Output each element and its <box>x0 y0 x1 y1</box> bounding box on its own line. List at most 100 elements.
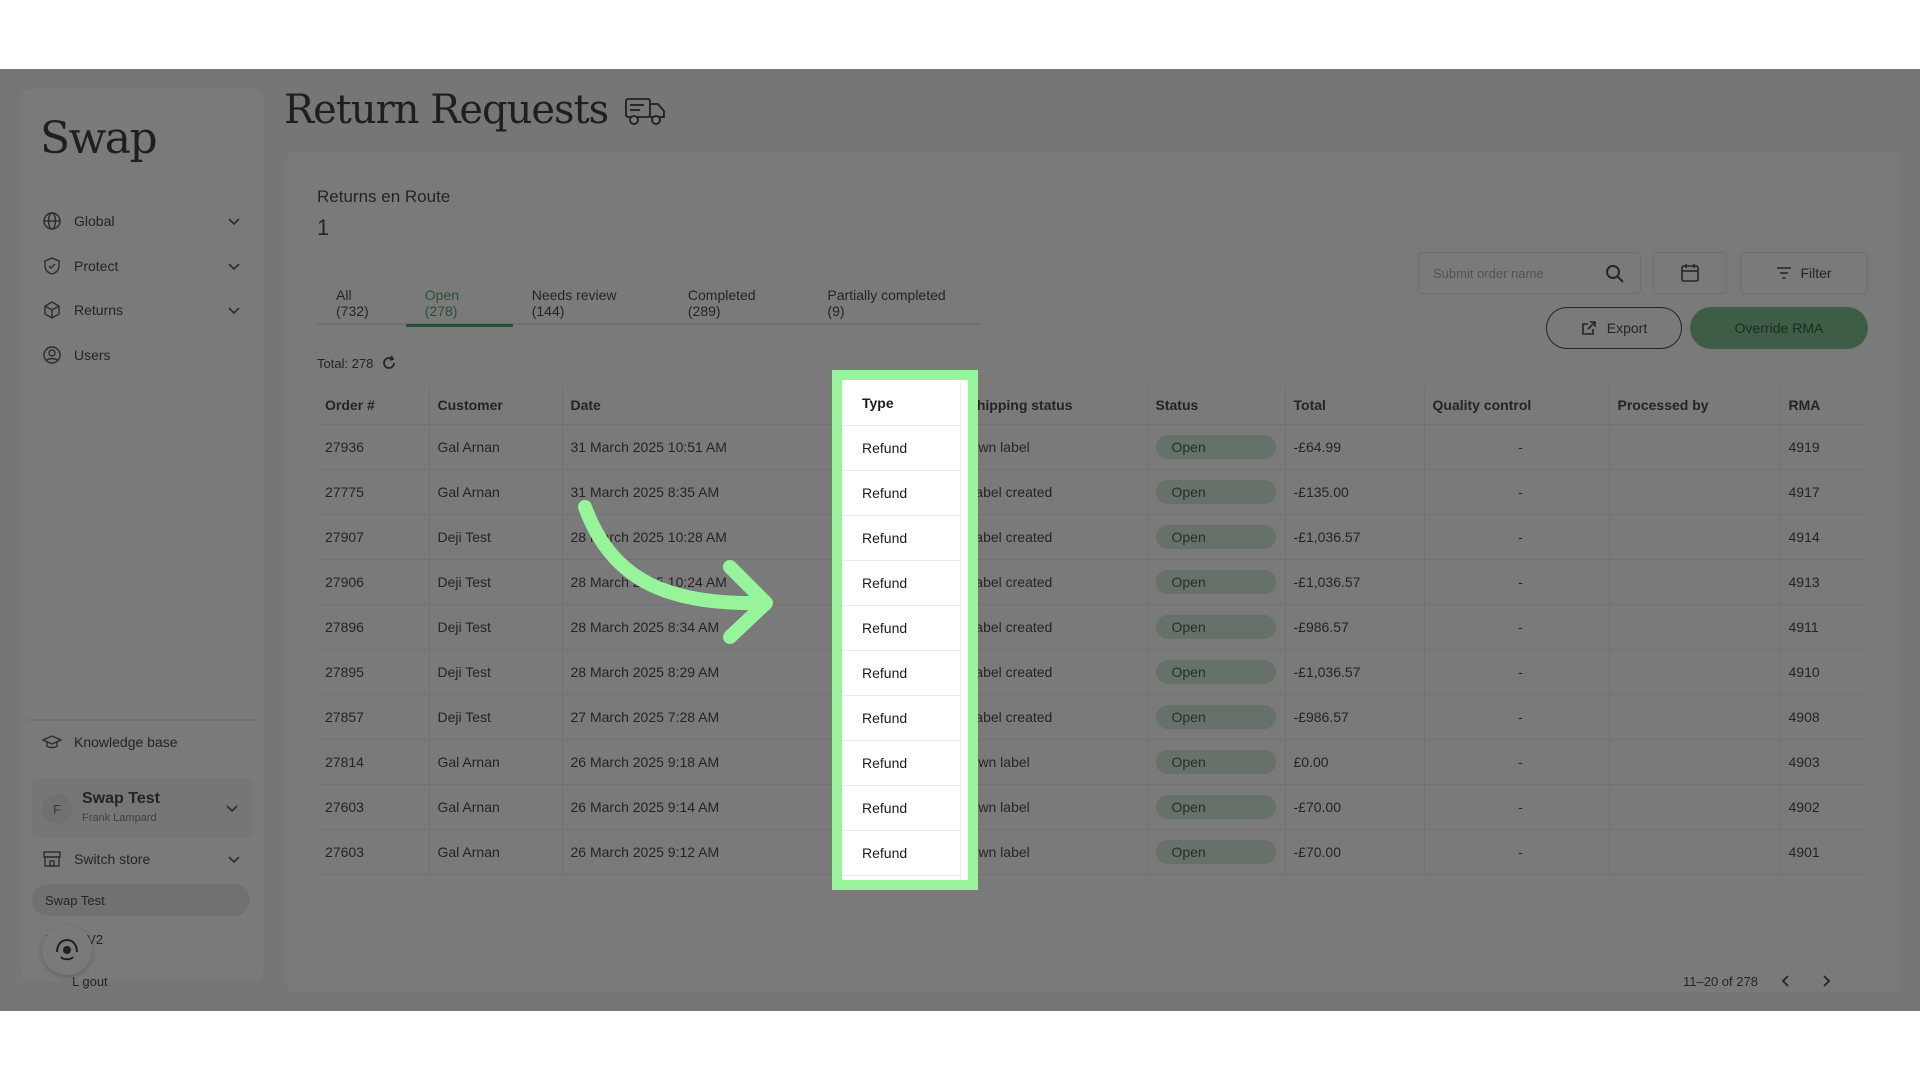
table-row[interactable]: 27896Deji Test28 March 2025 8:34 AMRefun… <box>317 604 1867 650</box>
chevron-down-icon[interactable] <box>226 213 242 229</box>
total-label: Total: 278 <box>317 355 374 371</box>
cell-date: 26 March 2025 9:18 AM <box>562 739 857 785</box>
type-cell: Refund <box>842 651 968 696</box>
tab-completed[interactable]: Completed (289) <box>669 281 809 325</box>
column-header[interactable]: Customer <box>429 386 563 425</box>
table-row[interactable]: 27775Gal Arnan31 March 2025 8:35 AMRefun… <box>317 469 1867 515</box>
store-option-swap-test[interactable]: Swap Test <box>32 884 250 916</box>
override-rma-button[interactable]: Override RMA <box>1690 307 1868 349</box>
column-header[interactable]: Shipping status <box>959 386 1148 425</box>
filter-button[interactable]: Filter <box>1740 252 1868 294</box>
column-header[interactable]: Status <box>1147 386 1286 425</box>
column-header[interactable]: Date <box>562 386 857 425</box>
sidebar-item-label: Users <box>74 347 111 363</box>
type-cell: Refund <box>842 831 968 876</box>
status-cell: Open <box>1147 829 1286 875</box>
cell-total: -£1,036.57 <box>1285 649 1425 695</box>
table-row[interactable]: 27603Gal Arnan26 March 2025 9:12 AMRefun… <box>317 829 1867 875</box>
cell-rma: 4914 <box>1780 514 1867 560</box>
refresh-icon[interactable] <box>381 355 397 371</box>
external-link-icon <box>1581 321 1596 335</box>
cell-processed-by <box>1609 739 1781 785</box>
filter-icon <box>1777 267 1792 279</box>
cell-rma: 4901 <box>1780 829 1867 875</box>
cell-qc: - <box>1424 694 1610 740</box>
table-row[interactable]: 27603Gal Arnan26 March 2025 9:14 AMRefun… <box>317 784 1867 830</box>
cell-customer: Deji Test <box>429 514 563 560</box>
cell-rma: 4910 <box>1780 649 1867 695</box>
column-header[interactable]: Total <box>1285 386 1425 425</box>
cell-total: -£64.99 <box>1285 424 1425 470</box>
search-icon[interactable] <box>1604 263 1626 285</box>
table-header-row: Order # Customer Date Type Shipping stat… <box>317 386 1867 425</box>
column-header[interactable]: RMA <box>1780 386 1867 425</box>
next-page-button[interactable] <box>1814 969 1838 993</box>
chevron-down-icon[interactable] <box>224 800 240 816</box>
cell-customer: Gal Arnan <box>429 424 563 470</box>
sidebar-item-returns[interactable]: Returns <box>42 295 242 325</box>
store-selector[interactable]: F Swap Test Frank Lampard <box>32 778 252 838</box>
date-picker-button[interactable] <box>1653 252 1727 294</box>
chevron-down-icon[interactable] <box>226 258 242 274</box>
column-header[interactable]: Order # <box>317 386 430 425</box>
table-row[interactable]: 27936Gal Arnan31 March 2025 10:51 AMRefu… <box>317 424 1867 470</box>
chevron-down-icon[interactable] <box>226 302 242 318</box>
returns-card: Returns en Route 1 All (732) Open (278) … <box>285 151 1900 993</box>
table-row[interactable]: 27857Deji Test27 March 2025 7:28 AMRefun… <box>317 694 1867 740</box>
prev-page-button[interactable] <box>1774 969 1798 993</box>
cell-shipping: Own label <box>959 829 1148 875</box>
tab-all[interactable]: All (732) <box>317 281 406 325</box>
sidebar-item-global[interactable]: Global <box>42 206 242 236</box>
cell-qc: - <box>1424 559 1610 605</box>
chevron-down-icon[interactable] <box>226 851 242 867</box>
avatar: F <box>42 794 72 824</box>
knowledge-base-link[interactable]: Knowledge base <box>42 727 242 757</box>
type-cell: Refund <box>842 606 968 651</box>
truck-icon <box>625 98 666 125</box>
cell-total: -£1,036.57 <box>1285 514 1425 560</box>
store-owner: Frank Lampard <box>82 812 157 824</box>
sidebar-item-protect[interactable]: Protect <box>42 251 242 281</box>
type-cell: Refund <box>842 471 968 516</box>
cell-order: 27857 <box>317 694 430 740</box>
table-row[interactable]: 27814Gal Arnan26 March 2025 9:18 AMRefun… <box>317 739 1867 785</box>
export-button[interactable]: Export <box>1546 307 1682 349</box>
table-row[interactable]: 27907Deji Test28 March 2025 10:28 AMRefu… <box>317 514 1867 560</box>
cell-customer: Deji Test <box>429 559 563 605</box>
status-cell: Open <box>1147 604 1286 650</box>
column-header[interactable]: Processed by <box>1609 386 1781 425</box>
cell-rma: 4919 <box>1780 424 1867 470</box>
cell-date: 26 March 2025 9:12 AM <box>562 829 857 875</box>
cell-shipping: Own label <box>959 739 1148 785</box>
status-cell: Open <box>1147 694 1286 740</box>
cell-order: 27936 <box>317 424 430 470</box>
cell-order: 27603 <box>317 784 430 830</box>
bottom-bar <box>0 1011 1920 1080</box>
search-input[interactable]: Submit order name <box>1418 252 1641 294</box>
table-row[interactable]: 27906Deji Test28 March 2025 10:24 AMRefu… <box>317 559 1867 605</box>
cell-rma: 4913 <box>1780 559 1867 605</box>
tab-open[interactable]: Open (278) <box>405 281 513 327</box>
pagination-range: 11–20 of 278 <box>1683 973 1758 989</box>
type-cell: Refund <box>842 696 968 741</box>
cell-shipping: Own label <box>959 424 1148 470</box>
cell-date: 31 March 2025 10:51 AM <box>562 424 857 470</box>
table-row[interactable]: 27895Deji Test28 March 2025 8:29 AMRefun… <box>317 649 1867 695</box>
switch-store-toggle[interactable]: Switch store <box>42 844 242 874</box>
tab-needs-review[interactable]: Needs review (144) <box>513 281 669 325</box>
cell-date: 26 March 2025 9:14 AM <box>562 784 857 830</box>
user-circle-icon <box>42 345 62 365</box>
status-cell: Open <box>1147 424 1286 470</box>
cell-order: 27895 <box>317 649 430 695</box>
column-header[interactable]: Quality control <box>1424 386 1610 425</box>
cell-processed-by <box>1609 469 1781 515</box>
cell-total: £0.00 <box>1285 739 1425 785</box>
box-icon <box>42 300 62 320</box>
cell-processed-by <box>1609 424 1781 470</box>
sidebar-item-users[interactable]: Users <box>42 340 242 370</box>
help-chat-button[interactable] <box>42 925 92 975</box>
cell-shipping: Label created <box>959 559 1148 605</box>
support-icon <box>56 938 78 961</box>
tab-partially-completed[interactable]: Partially completed (9) <box>808 281 982 325</box>
cell-qc: - <box>1424 739 1610 785</box>
